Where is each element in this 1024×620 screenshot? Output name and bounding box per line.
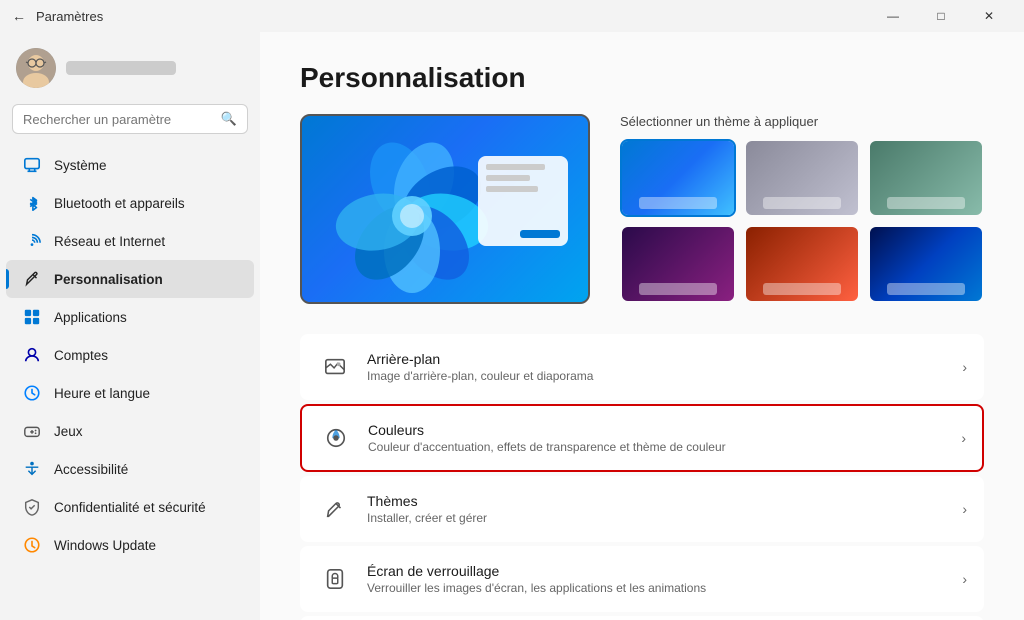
settings-item-text: Arrière-plan Image d'arrière-plan, coule… (367, 351, 954, 383)
theme-picker: Sélectionner un thème à appliquer (620, 114, 984, 303)
nav-item-label: Système (54, 158, 107, 173)
titlebar: ← Paramètres — □ ✕ (0, 0, 1024, 32)
sidebar-item-windowsupdate[interactable]: Windows Update (6, 526, 254, 564)
nav-item-label: Heure et langue (54, 386, 150, 401)
chevron-right-icon: › (962, 571, 967, 587)
sidebar-user (0, 40, 260, 104)
settings-item-subtitle: Couleur d'accentuation, effets de transp… (368, 440, 953, 454)
nav-item-label: Personnalisation (54, 272, 163, 287)
settings-item-arriere-plan[interactable]: Arrière-plan Image d'arrière-plan, coule… (300, 334, 984, 400)
theme-thumb-t3[interactable] (868, 139, 984, 217)
theme-preview (300, 114, 590, 304)
settings-item-clavier-tactile[interactable]: Clavier tactile Thèmes, taille › (300, 616, 984, 620)
nav-item-label: Windows Update (54, 538, 156, 553)
themes-icon (317, 491, 353, 527)
sidebar-search[interactable]: 🔍 (12, 104, 248, 134)
settings-item-title: Thèmes (367, 493, 954, 509)
back-button[interactable]: ← (12, 8, 26, 24)
sidebar: 🔍 Système Bluetooth et appareils Réseau … (0, 32, 260, 620)
titlebar-title: Paramètres (36, 9, 103, 24)
sidebar-item-accessibilite[interactable]: Accessibilité (6, 450, 254, 488)
sidebar-item-reseau[interactable]: Réseau et Internet (6, 222, 254, 260)
sidebar-item-personnalisation[interactable]: Personnalisation (6, 260, 254, 298)
confidentialite-icon (22, 497, 42, 517)
jeux-icon (22, 421, 42, 441)
maximize-button[interactable]: □ (918, 0, 964, 32)
nav-item-label: Jeux (54, 424, 83, 439)
comptes-icon (22, 345, 42, 365)
reseau-icon (22, 231, 42, 251)
settings-item-subtitle: Installer, créer et gérer (367, 511, 954, 525)
chevron-right-icon: › (961, 430, 966, 446)
sidebar-item-heure[interactable]: Heure et langue (6, 374, 254, 412)
settings-item-ecran-verrouillage[interactable]: Écran de verrouillage Verrouiller les im… (300, 546, 984, 612)
nav-item-label: Comptes (54, 348, 108, 363)
nav-item-label: Applications (54, 310, 127, 325)
sidebar-item-systeme[interactable]: Système (6, 146, 254, 184)
settings-item-text: Écran de verrouillage Verrouiller les im… (367, 563, 954, 595)
chevron-right-icon: › (962, 501, 967, 517)
search-icon: 🔍 (221, 111, 237, 127)
theme-preview-inner (302, 116, 588, 302)
settings-item-title: Arrière-plan (367, 351, 954, 367)
theme-thumb-t6[interactable] (868, 225, 984, 303)
bluetooth-icon (22, 193, 42, 213)
ecran-verrouillage-icon (317, 561, 353, 597)
settings-item-title: Écran de verrouillage (367, 563, 954, 579)
chevron-right-icon: › (962, 359, 967, 375)
settings-item-text: Thèmes Installer, créer et gérer (367, 493, 954, 525)
close-button[interactable]: ✕ (966, 0, 1012, 32)
app-body: 🔍 Système Bluetooth et appareils Réseau … (0, 32, 1024, 620)
theme-thumb-t4[interactable] (620, 225, 736, 303)
settings-item-themes[interactable]: Thèmes Installer, créer et gérer › (300, 476, 984, 542)
nav-item-label: Bluetooth et appareils (54, 196, 185, 211)
settings-item-couleurs[interactable]: Couleurs Couleur d'accentuation, effets … (300, 404, 984, 472)
minimize-button[interactable]: — (870, 0, 916, 32)
settings-list: Arrière-plan Image d'arrière-plan, coule… (300, 334, 984, 620)
settings-item-title: Couleurs (368, 422, 953, 438)
sidebar-item-bluetooth[interactable]: Bluetooth et appareils (6, 184, 254, 222)
nav-list: Système Bluetooth et appareils Réseau et… (0, 146, 260, 564)
sidebar-item-jeux[interactable]: Jeux (6, 412, 254, 450)
search-input[interactable] (23, 112, 213, 127)
nav-item-label: Accessibilité (54, 462, 128, 477)
couleurs-icon (318, 420, 354, 456)
theme-thumb-t1[interactable] (620, 139, 736, 217)
sidebar-item-comptes[interactable]: Comptes (6, 336, 254, 374)
win11-dialog-preview (478, 156, 568, 246)
sidebar-item-applications[interactable]: Applications (6, 298, 254, 336)
avatar (16, 48, 56, 88)
theme-thumb-t2[interactable] (744, 139, 860, 217)
page-title: Personnalisation (300, 62, 984, 94)
settings-item-subtitle: Image d'arrière-plan, couleur et diapora… (367, 369, 954, 383)
sidebar-item-confidentialite[interactable]: Confidentialité et sécurité (6, 488, 254, 526)
heure-icon (22, 383, 42, 403)
theme-grid (620, 139, 984, 303)
applications-icon (22, 307, 42, 327)
theme-picker-label: Sélectionner un thème à appliquer (620, 114, 984, 129)
accessibilite-icon (22, 459, 42, 479)
nav-item-label: Réseau et Internet (54, 234, 165, 249)
sidebar-username (66, 61, 176, 75)
personnalisation-icon (22, 269, 42, 289)
titlebar-controls: — □ ✕ (870, 0, 1012, 32)
windowsupdate-icon (22, 535, 42, 555)
nav-item-label: Confidentialité et sécurité (54, 500, 206, 515)
settings-item-subtitle: Verrouiller les images d'écran, les appl… (367, 581, 954, 595)
main-content: Personnalisation (260, 32, 1024, 620)
settings-item-text: Couleurs Couleur d'accentuation, effets … (368, 422, 953, 454)
titlebar-left: ← Paramètres (12, 8, 103, 24)
theme-thumb-t5[interactable] (744, 225, 860, 303)
systeme-icon (22, 155, 42, 175)
theme-section: Sélectionner un thème à appliquer (300, 114, 984, 304)
win11-flower-icon (332, 136, 492, 296)
arriere-plan-icon (317, 349, 353, 385)
